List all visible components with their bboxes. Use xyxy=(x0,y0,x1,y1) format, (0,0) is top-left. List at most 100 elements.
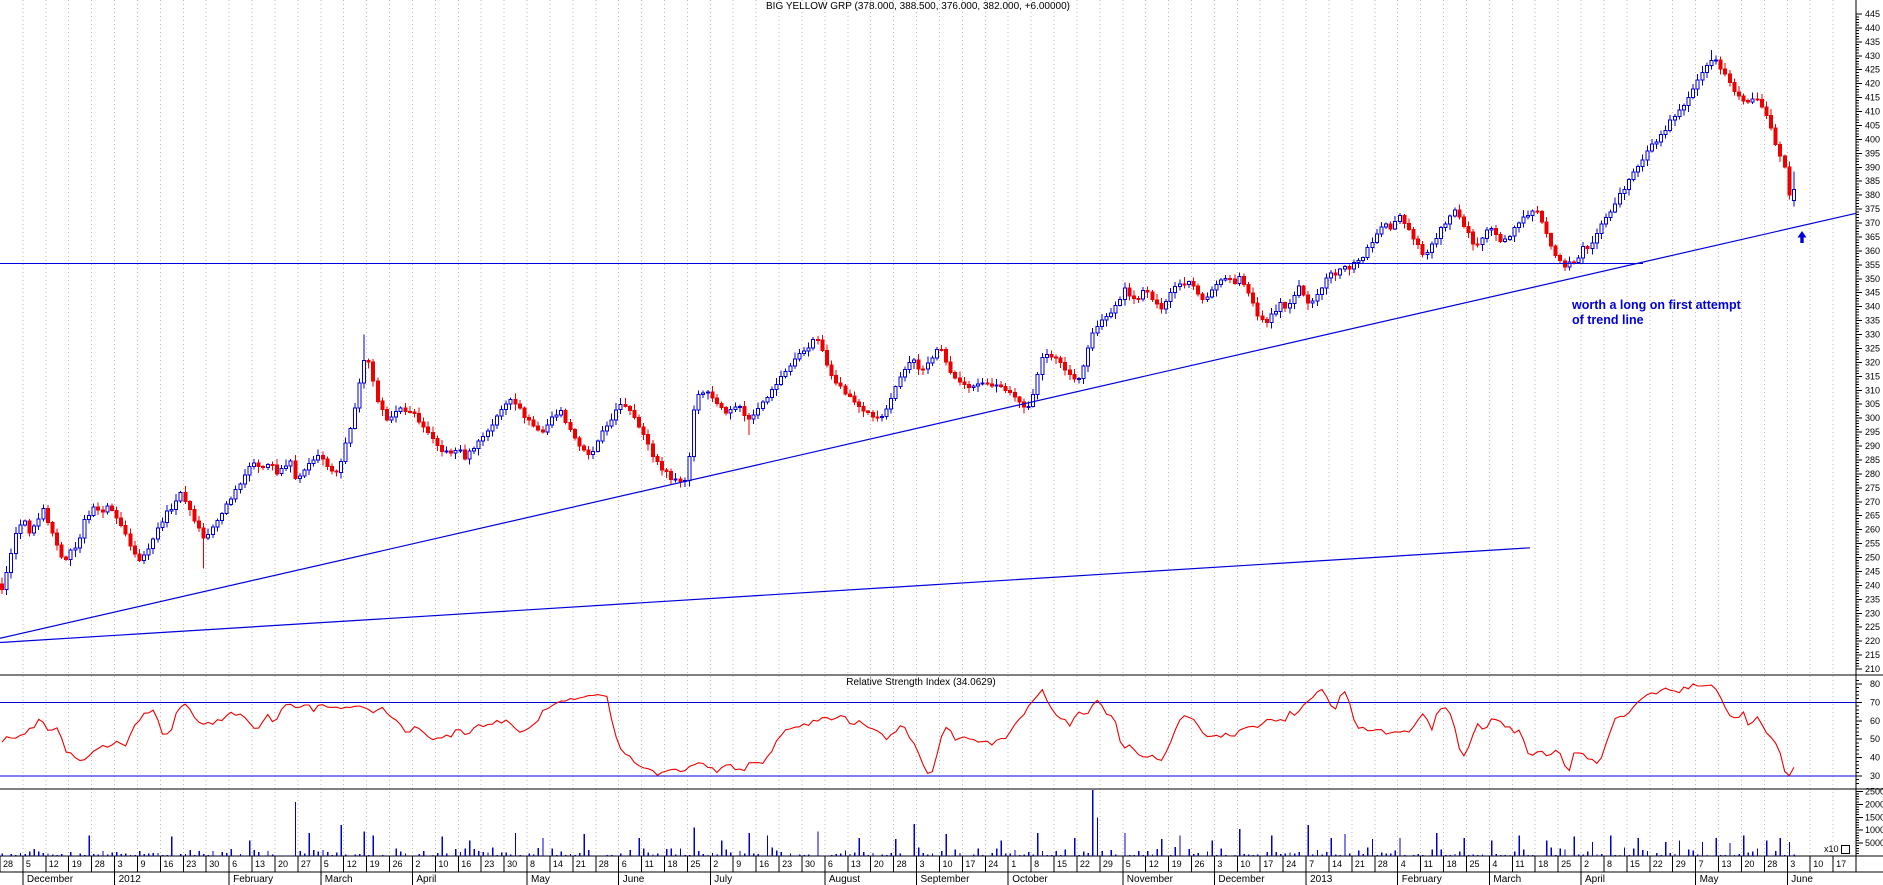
rsi-guide-lines[interactable] xyxy=(0,702,1856,776)
volume-multiplier-text: x10 xyxy=(1824,844,1839,854)
panel-borders xyxy=(0,0,1883,872)
svg-text:July: July xyxy=(714,874,732,885)
svg-text:10: 10 xyxy=(943,859,953,869)
svg-text:March: March xyxy=(1493,874,1521,885)
svg-text:23: 23 xyxy=(186,859,196,869)
svg-text:385: 385 xyxy=(1865,176,1880,186)
svg-text:5: 5 xyxy=(324,859,329,869)
svg-text:80: 80 xyxy=(1870,679,1880,689)
svg-text:70: 70 xyxy=(1870,697,1880,707)
svg-text:11: 11 xyxy=(1424,859,1433,869)
svg-text:17: 17 xyxy=(1836,859,1846,869)
svg-text:425: 425 xyxy=(1865,65,1880,75)
svg-text:March: March xyxy=(325,874,353,885)
svg-text:215: 215 xyxy=(1865,650,1880,660)
svg-text:28: 28 xyxy=(3,859,13,869)
svg-text:25: 25 xyxy=(1470,859,1480,869)
svg-text:18: 18 xyxy=(1447,859,1457,869)
svg-text:320: 320 xyxy=(1865,357,1880,367)
svg-text:395: 395 xyxy=(1865,148,1880,158)
svg-text:375: 375 xyxy=(1865,204,1880,214)
date-axis-months: December2012FebruaryMarchAprilMayJuneJul… xyxy=(23,872,1814,885)
svg-text:27: 27 xyxy=(301,859,311,869)
chart-title: BIG YELLOW GRP (378.000, 388.500, 376.00… xyxy=(766,1,1070,12)
svg-text:335: 335 xyxy=(1865,316,1880,326)
svg-text:3: 3 xyxy=(1217,859,1222,869)
trade-note-annotation[interactable]: worth a long on first attempt of trend l… xyxy=(1572,298,1741,329)
svg-text:11: 11 xyxy=(645,859,654,869)
svg-text:28: 28 xyxy=(897,859,907,869)
svg-text:25: 25 xyxy=(1561,859,1571,869)
svg-text:April: April xyxy=(1585,874,1605,885)
svg-text:26: 26 xyxy=(1195,859,1205,869)
svg-text:430: 430 xyxy=(1865,51,1880,61)
svg-text:24: 24 xyxy=(1286,859,1296,869)
svg-text:5000: 5000 xyxy=(1865,838,1883,848)
svg-text:3: 3 xyxy=(1790,859,1795,869)
svg-text:May: May xyxy=(531,874,550,885)
svg-text:20000: 20000 xyxy=(1865,799,1883,809)
svg-text:12: 12 xyxy=(49,859,59,869)
svg-text:February: February xyxy=(1402,874,1442,885)
up-arrow-marker[interactable] xyxy=(1798,231,1807,243)
svg-text:410: 410 xyxy=(1865,107,1880,117)
svg-text:9: 9 xyxy=(736,859,741,869)
svg-text:12: 12 xyxy=(1149,859,1159,869)
annotation-line2: of trend line xyxy=(1572,313,1741,328)
svg-text:390: 390 xyxy=(1865,162,1880,172)
svg-text:255: 255 xyxy=(1865,539,1880,549)
svg-text:435: 435 xyxy=(1865,37,1880,47)
svg-text:1: 1 xyxy=(1011,859,1016,869)
rsi-axis: 807060504030 xyxy=(1856,679,1880,783)
svg-text:3: 3 xyxy=(118,859,123,869)
svg-text:265: 265 xyxy=(1865,511,1880,521)
svg-text:2013: 2013 xyxy=(1310,874,1333,885)
svg-text:3: 3 xyxy=(920,859,925,869)
svg-text:405: 405 xyxy=(1865,121,1880,131)
svg-text:30: 30 xyxy=(805,859,815,869)
svg-text:15: 15 xyxy=(1630,859,1640,869)
svg-text:April: April xyxy=(416,874,436,885)
svg-text:20: 20 xyxy=(278,859,288,869)
svg-text:7: 7 xyxy=(1309,859,1314,869)
svg-text:5: 5 xyxy=(1126,859,1131,869)
svg-text:360: 360 xyxy=(1865,246,1880,256)
svg-text:415: 415 xyxy=(1865,93,1880,103)
svg-text:17: 17 xyxy=(1263,859,1273,869)
svg-text:245: 245 xyxy=(1865,566,1880,576)
svg-text:305: 305 xyxy=(1865,399,1880,409)
svg-text:23: 23 xyxy=(484,859,494,869)
svg-text:315: 315 xyxy=(1865,371,1880,381)
svg-text:445: 445 xyxy=(1865,9,1880,19)
svg-text:18: 18 xyxy=(668,859,678,869)
svg-text:21: 21 xyxy=(1355,859,1365,869)
svg-text:6: 6 xyxy=(828,859,833,869)
svg-text:February: February xyxy=(233,874,273,885)
svg-text:4: 4 xyxy=(1492,859,1497,869)
svg-text:30: 30 xyxy=(209,859,219,869)
svg-text:11: 11 xyxy=(1515,859,1524,869)
svg-text:345: 345 xyxy=(1865,288,1880,298)
svg-text:28: 28 xyxy=(1767,859,1777,869)
svg-text:October: October xyxy=(1012,874,1048,885)
svg-text:9: 9 xyxy=(141,859,146,869)
svg-text:10: 10 xyxy=(438,859,448,869)
svg-text:12: 12 xyxy=(347,859,357,869)
svg-text:19: 19 xyxy=(72,859,82,869)
svg-text:290: 290 xyxy=(1865,441,1880,451)
rsi-indicator-title: Relative Strength Index (34.0629) xyxy=(846,677,996,688)
svg-text:325: 325 xyxy=(1865,344,1880,354)
multiplier-box-icon xyxy=(1841,845,1850,854)
svg-text:365: 365 xyxy=(1865,232,1880,242)
svg-text:17: 17 xyxy=(965,859,975,869)
svg-text:August: August xyxy=(829,874,860,885)
svg-text:7: 7 xyxy=(1699,859,1704,869)
svg-text:18: 18 xyxy=(1538,859,1548,869)
svg-text:19: 19 xyxy=(1172,859,1182,869)
svg-text:29: 29 xyxy=(1676,859,1686,869)
trendline-objects[interactable] xyxy=(0,213,1856,642)
svg-text:15000: 15000 xyxy=(1865,812,1883,822)
svg-text:310: 310 xyxy=(1865,385,1880,395)
svg-text:21: 21 xyxy=(576,859,586,869)
svg-text:8: 8 xyxy=(1034,859,1039,869)
